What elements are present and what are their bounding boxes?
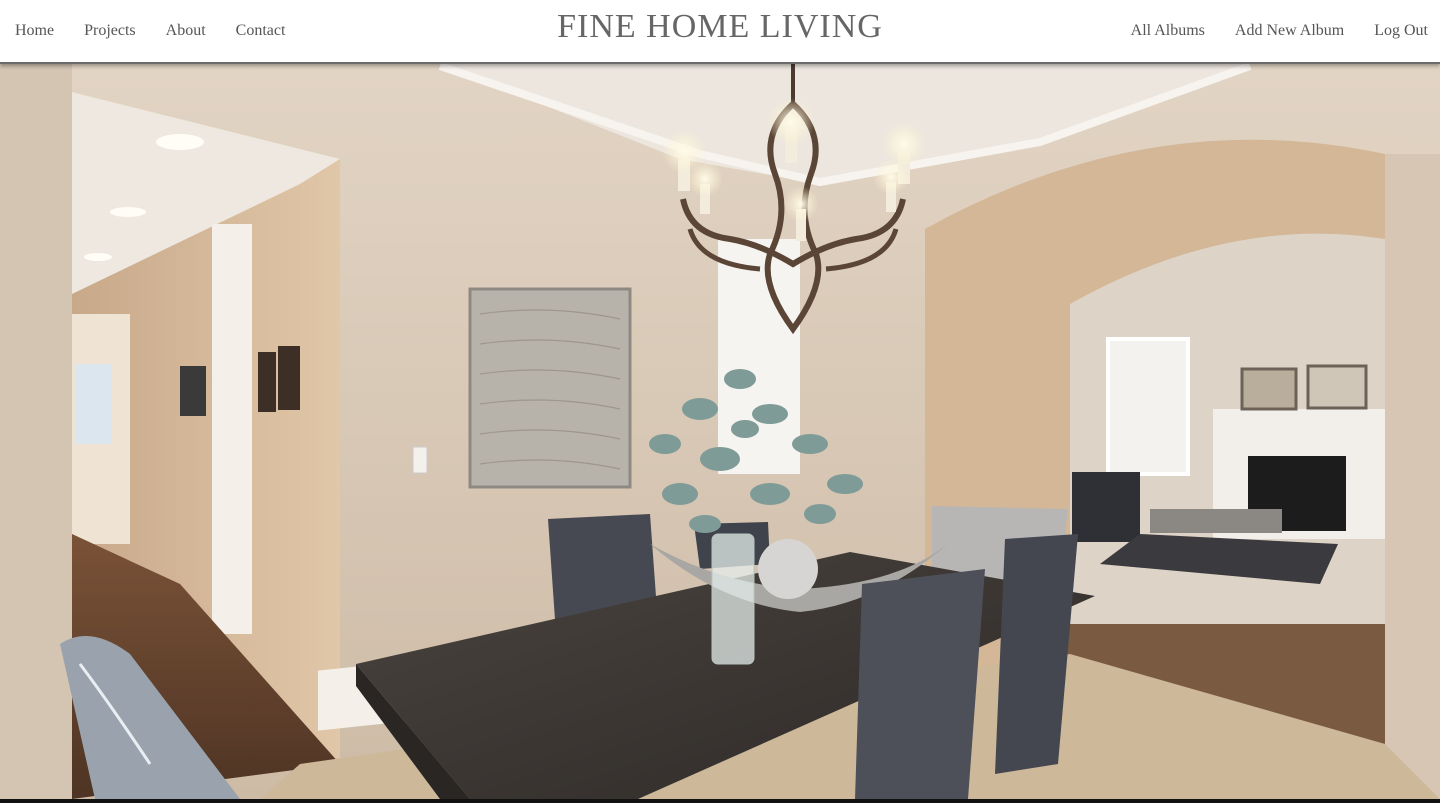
nav-add-album-link[interactable]: Add New Album [1235, 22, 1344, 40]
window-pane [76, 364, 112, 444]
brand-text: FINE HOME LIVING [557, 8, 883, 45]
account-nav: All Albums Add New Album Log Out [1101, 0, 1440, 62]
hall-doorframe [212, 224, 252, 634]
wall-frame [258, 352, 276, 412]
nav-logout-link[interactable]: Log Out [1374, 22, 1428, 40]
wall-frame [180, 366, 206, 416]
dining-chair-front [855, 569, 985, 799]
coffee-table [1150, 509, 1282, 533]
light-switch [412, 446, 428, 474]
center-door [718, 239, 800, 474]
page-bottom-edge [0, 799, 1440, 803]
living-room-window [1106, 337, 1190, 476]
sofa [1072, 472, 1140, 542]
mantel-art [1240, 367, 1298, 411]
right-wall-edge [1385, 154, 1440, 799]
glass-vase [711, 533, 755, 665]
dining-room-illustration [0, 64, 1440, 799]
wall-art [468, 287, 632, 489]
left-wall-edge [0, 64, 72, 799]
wall-frame [278, 346, 300, 410]
hero-photo [0, 64, 1440, 799]
nav-all-albums-link[interactable]: All Albums [1131, 22, 1205, 40]
ceiling-light [84, 253, 112, 261]
mantel-art [1306, 364, 1368, 410]
ceiling-light [110, 207, 146, 217]
top-navbar: Home Projects About Contact FINE HOME LI… [0, 0, 1440, 64]
decor-orb [758, 539, 818, 599]
ceiling-light [156, 134, 204, 150]
